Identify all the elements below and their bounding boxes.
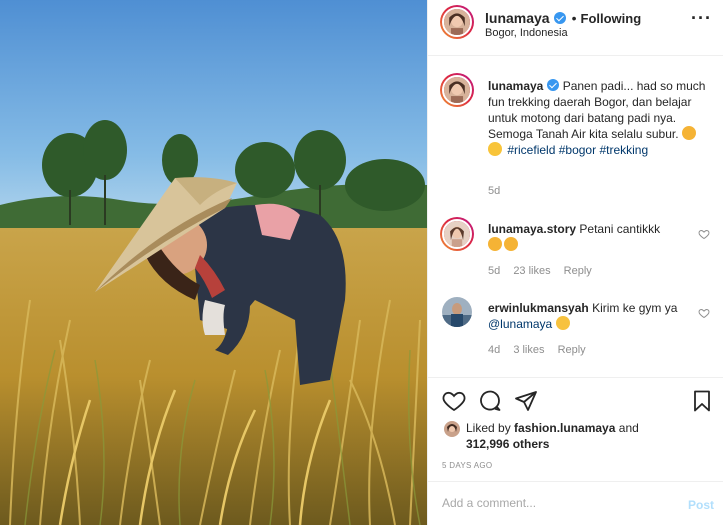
comment-likes[interactable]: 23 likes [513, 265, 550, 277]
hashtag-link[interactable]: #bogor [559, 143, 596, 157]
smiling-emoji-icon [488, 142, 502, 156]
liked-by-prefix: Liked by [466, 421, 511, 435]
comment-age[interactable]: 5d [488, 265, 500, 277]
comment-like-heart-icon[interactable] [698, 307, 710, 319]
author-username[interactable]: lunamaya [485, 10, 550, 26]
avatar-face-icon [444, 421, 460, 437]
heart-eyes-emoji-icon [504, 237, 518, 251]
comment-input[interactable] [442, 496, 662, 510]
liked-by-conj: and [618, 421, 639, 435]
comments-list[interactable]: lunamaya Panen padi... had so much fun t… [428, 57, 723, 377]
mention-link[interactable]: @lunamaya [488, 317, 552, 331]
liker-avatar[interactable] [444, 421, 460, 437]
post-location[interactable]: Bogor, Indonesia [485, 27, 568, 39]
author-avatar[interactable] [440, 5, 474, 39]
post-comment-button[interactable]: Post [688, 498, 714, 512]
avatar-face-icon [444, 77, 470, 103]
post-actions: Liked by fashion.lunamaya and 312,996 ot… [428, 377, 723, 477]
avatar-face-icon [444, 221, 470, 247]
caption-meta: 5d [488, 185, 510, 197]
bookmark-icon[interactable] [690, 389, 714, 413]
following-button[interactable]: Following [581, 11, 642, 26]
hashtag-link[interactable]: #trekking [599, 143, 648, 157]
add-comment-bar: Post [428, 481, 723, 525]
caption-username[interactable]: lunamaya [488, 79, 543, 93]
comment-username[interactable]: erwinlukmansyah [488, 301, 589, 315]
post-photo[interactable] [0, 0, 427, 525]
avatar-photo-icon [442, 297, 472, 327]
comment-text: Petani cantikkk [579, 222, 661, 236]
verified-badge-icon [553, 12, 566, 24]
comment: lunamaya.story Petani cantikkk [488, 221, 710, 253]
heart-eyes-emoji-icon [681, 126, 696, 140]
commenter-avatar[interactable] [440, 217, 474, 251]
comment-icon[interactable] [478, 389, 502, 413]
heart-icon[interactable] [442, 389, 466, 413]
post-header: lunamaya • Following Bogor, Indonesia ··· [428, 0, 723, 56]
header-row: lunamaya • Following [485, 10, 641, 26]
comment-like-heart-icon[interactable] [698, 228, 710, 240]
post-side-panel: lunamaya • Following Bogor, Indonesia ··· … [427, 0, 723, 525]
likes-summary: Liked by fashion.lunamaya and 312,996 ot… [466, 420, 706, 452]
comment-username[interactable]: lunamaya.story [488, 222, 576, 236]
likes-count[interactable]: 312,996 others [466, 437, 549, 451]
heart-eyes-emoji-icon [488, 237, 502, 251]
share-icon[interactable] [514, 389, 538, 413]
caption-avatar[interactable] [440, 73, 474, 107]
reply-button[interactable]: Reply [564, 265, 592, 277]
liker-username[interactable]: fashion.lunamaya [514, 421, 615, 435]
caption-age[interactable]: 5d [488, 185, 500, 197]
comment-age[interactable]: 4d [488, 344, 500, 356]
comment-meta: 4d 3 likes Reply [488, 344, 596, 356]
separator-dot: • [571, 10, 577, 26]
comment-likes[interactable]: 3 likes [513, 344, 544, 356]
verified-badge-icon [547, 79, 560, 91]
rolling-laughing-emoji-icon [555, 316, 570, 330]
comment-meta: 5d 23 likes Reply [488, 265, 602, 277]
post-timestamp[interactable]: 5 DAYS AGO [442, 461, 492, 470]
caption: lunamaya Panen padi... had so much fun t… [488, 78, 710, 158]
commenter-avatar[interactable] [442, 297, 472, 327]
avatar-face-icon [444, 9, 470, 35]
rice-field-photo [0, 0, 427, 525]
more-options-icon[interactable]: ··· [691, 8, 712, 29]
hashtag-link[interactable]: #ricefield [507, 143, 555, 157]
reply-button[interactable]: Reply [558, 344, 586, 356]
comment: erwinlukmansyah Kirim ke gym ya @lunamay… [488, 300, 710, 332]
comment-text: Kirim ke gym ya [592, 301, 678, 315]
